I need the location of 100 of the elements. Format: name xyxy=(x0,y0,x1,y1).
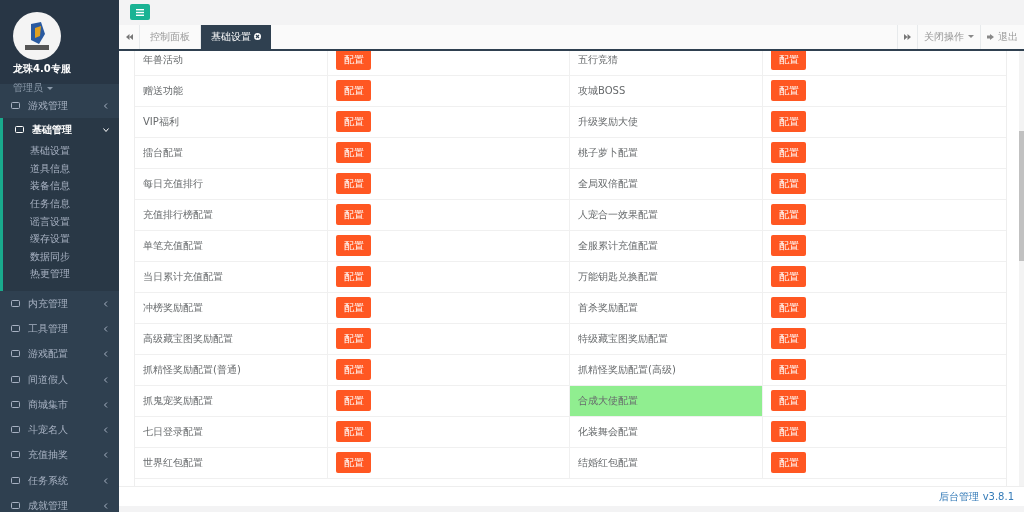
double-right-icon xyxy=(904,33,911,40)
menu-item[interactable]: 任务系统 xyxy=(0,468,119,494)
profile-name: 龙珠4.0专服 xyxy=(13,62,72,76)
config-button[interactable]: 配置 xyxy=(336,297,371,319)
menu-icon xyxy=(11,299,20,308)
submenu-item[interactable]: 道具信息 xyxy=(30,159,119,178)
config-button[interactable]: 配置 xyxy=(771,452,806,474)
config-button[interactable]: 配置 xyxy=(771,204,806,226)
menu-icon xyxy=(11,375,20,384)
version-text: 后台管理 v3.8.1 xyxy=(939,489,1014,504)
chevron-icon xyxy=(103,376,109,383)
config-button[interactable]: 配置 xyxy=(336,421,371,443)
config-button[interactable]: 配置 xyxy=(336,204,371,226)
config-button[interactable]: 配置 xyxy=(771,111,806,133)
config-button[interactable]: 配置 xyxy=(336,452,371,474)
config-button[interactable]: 配置 xyxy=(336,142,371,164)
table-cell-text: 冲榜奖励配置 xyxy=(142,300,204,315)
config-button[interactable]: 配置 xyxy=(771,142,806,164)
close-icon[interactable] xyxy=(254,33,261,41)
menu-item[interactable]: 内充管理 xyxy=(0,291,119,317)
submenu-item[interactable]: 基础设置 xyxy=(30,142,119,160)
menu-icon xyxy=(136,8,144,16)
table-cell-text: 高级藏宝图奖励配置 xyxy=(142,331,234,346)
tab[interactable]: 基础设置 xyxy=(200,24,271,49)
config-button[interactable]: 配置 xyxy=(771,421,806,443)
chevron-icon xyxy=(103,127,109,134)
config-button[interactable]: 配置 xyxy=(771,266,806,288)
menu-icon xyxy=(11,101,20,110)
menu-item[interactable]: 斗宠名人 xyxy=(0,417,119,443)
table-cell: 升级奖励大使 xyxy=(569,106,762,137)
table-cell-text: 单笔充值配置 xyxy=(142,238,204,253)
config-button[interactable]: 配置 xyxy=(771,359,806,381)
table-cell-text: 每日充值排行 xyxy=(142,176,204,191)
table-cell-text: 充值排行榜配置 xyxy=(142,207,214,222)
chevron-icon xyxy=(103,401,109,408)
menu-item[interactable]: 基础管理 xyxy=(0,118,119,143)
submenu-item[interactable]: 数据同步 xyxy=(30,247,119,266)
menu-button[interactable] xyxy=(130,4,150,21)
avatar xyxy=(13,12,61,60)
table-cell: 结婚红包配置 xyxy=(569,447,762,478)
config-button[interactable]: 配置 xyxy=(336,328,371,350)
menu-item[interactable]: 间道假人 xyxy=(0,366,119,393)
config-button[interactable]: 配置 xyxy=(771,390,806,412)
close-actions-dropdown[interactable]: 关闭操作 xyxy=(917,24,980,49)
table-cell-text: 当日累计充值配置 xyxy=(142,269,224,284)
menu-icon xyxy=(11,502,20,511)
config-button[interactable]: 配置 xyxy=(771,173,806,195)
submenu-item[interactable]: 谣言设置 xyxy=(30,212,119,231)
submenu-item[interactable]: 缓存设置 xyxy=(30,230,119,248)
config-button[interactable]: 配置 xyxy=(771,80,806,102)
table-cell-text: 年兽活动 xyxy=(142,52,184,67)
chevron-icon xyxy=(103,427,109,434)
scrollbar[interactable] xyxy=(1019,50,1024,487)
config-button[interactable]: 配置 xyxy=(336,111,371,133)
menu-icon xyxy=(11,451,20,460)
chevron-icon xyxy=(103,351,109,358)
chevron-icon xyxy=(103,326,109,332)
submenu-item[interactable]: 热更管理 xyxy=(30,265,119,284)
table-cell: 桃子萝卜配置 xyxy=(569,137,762,168)
menu-item[interactable]: 游戏配置 xyxy=(0,341,119,367)
config-button[interactable]: 配置 xyxy=(336,266,371,288)
table-cell-text: 七日登录配置 xyxy=(142,424,204,439)
menu-icon xyxy=(11,476,20,485)
config-button[interactable]: 配置 xyxy=(771,297,806,319)
table-cell: 五行竞猜 xyxy=(569,50,762,75)
logout-icon xyxy=(987,33,994,40)
menu-icon xyxy=(11,426,20,435)
table-cell: 首杀奖励配置 xyxy=(569,292,762,323)
table-cell: 全局双倍配置 xyxy=(569,168,762,199)
config-button[interactable]: 配置 xyxy=(336,80,371,102)
table-cell-text: 抓鬼宠奖励配置 xyxy=(142,393,214,408)
role-dropdown[interactable]: 管理员 xyxy=(13,81,53,95)
submenu-item[interactable]: 装备信息 xyxy=(30,177,119,196)
table-cell: 万能钥匙兑换配置 xyxy=(569,261,762,292)
config-button[interactable]: 配置 xyxy=(771,235,806,257)
table-cell: 人宠合一效果配置 xyxy=(569,199,762,230)
menu-item[interactable]: 成就管理 xyxy=(0,493,119,512)
config-button[interactable]: 配置 xyxy=(336,390,371,412)
config-button[interactable]: 配置 xyxy=(336,235,371,257)
config-button[interactable]: 配置 xyxy=(336,173,371,195)
table-cell-text: VIP福利 xyxy=(142,114,180,129)
table-cell-text: 擂台配置 xyxy=(142,145,184,160)
logout-button[interactable]: 退出 xyxy=(980,24,1024,49)
config-button[interactable]: 配置 xyxy=(771,328,806,350)
chevron-icon xyxy=(103,102,109,109)
table-cell: 特级藏宝图奖励配置 xyxy=(569,323,762,354)
config-button[interactable]: 配置 xyxy=(336,359,371,381)
table-cell: 抓精怪奖励配置(高级) xyxy=(569,354,762,385)
menu-item[interactable]: 工具管理 xyxy=(0,316,119,342)
menu-icon xyxy=(11,400,20,409)
chevron-icon xyxy=(103,452,109,459)
chevron-icon xyxy=(103,300,109,307)
table-cell-text: 抓精怪奖励配置(普通) xyxy=(142,362,242,377)
table-cell: 化装舞会配置 xyxy=(569,416,762,447)
table-cell-text: 世界红包配置 xyxy=(142,455,204,470)
table-cell: 攻城BOSS xyxy=(569,75,762,106)
menu-item[interactable]: 充值抽奖 xyxy=(0,442,119,469)
submenu-item[interactable]: 任务信息 xyxy=(30,195,119,213)
menu-item[interactable]: 商城集市 xyxy=(0,392,119,418)
menu-icon xyxy=(15,126,24,135)
